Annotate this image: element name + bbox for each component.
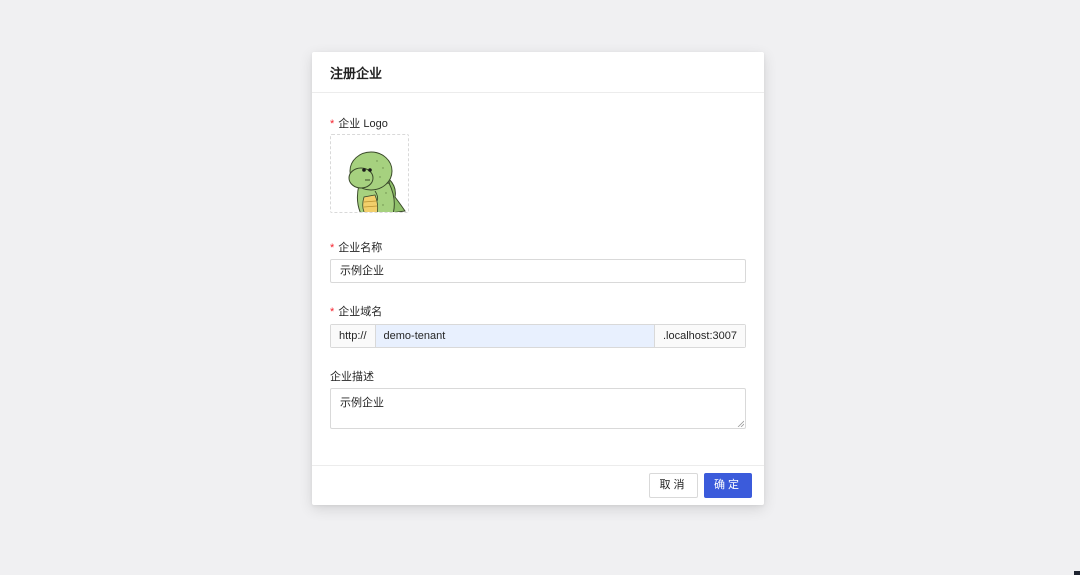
cancel-button[interactable]: 取消 [649,473,698,498]
logo-upload[interactable] [330,134,409,213]
window-corner [1074,571,1080,575]
required-mark: * [330,242,335,254]
modal-header: 注册企业 [312,52,764,93]
description-text: 示例企业 [340,397,384,409]
domain-input[interactable]: demo-tenant [375,325,654,347]
domain-prefix: http:// [331,325,376,347]
domain-label-text: 企业域名 [338,306,383,318]
required-mark: * [330,306,335,318]
modal-footer: 取消 确定 [312,465,764,505]
required-mark: * [330,118,335,130]
resize-handle-icon[interactable] [737,420,744,427]
name-label-text: 企业名称 [338,242,383,254]
description-label: 企业描述 [330,368,374,384]
modal-title: 注册企业 [330,65,383,81]
description-textarea[interactable]: 示例企业 [330,388,746,429]
domain-suffix: .localhost:3007 [654,325,745,347]
dinosaur-mascot-icon [348,151,406,212]
enterprise-name-input[interactable]: 示例企业 [330,259,746,283]
confirm-button[interactable]: 确定 [704,473,752,498]
modal-body: * 企业 Logo * 企业名称 示例企业 * 企业域名 http:// dem… [312,93,764,465]
register-enterprise-modal: 注册企业 * 企业 Logo * 企业名称 示例企业 * 企业域名 http:/… [312,52,764,505]
logo-label: * 企业 Logo [330,115,388,131]
logo-label-text: 企业 Logo [338,118,388,130]
description-label-text: 企业描述 [330,371,374,383]
domain-label: * 企业域名 [330,303,382,319]
name-label: * 企业名称 [330,239,382,255]
domain-input-group: http:// demo-tenant .localhost:3007 [330,324,746,348]
